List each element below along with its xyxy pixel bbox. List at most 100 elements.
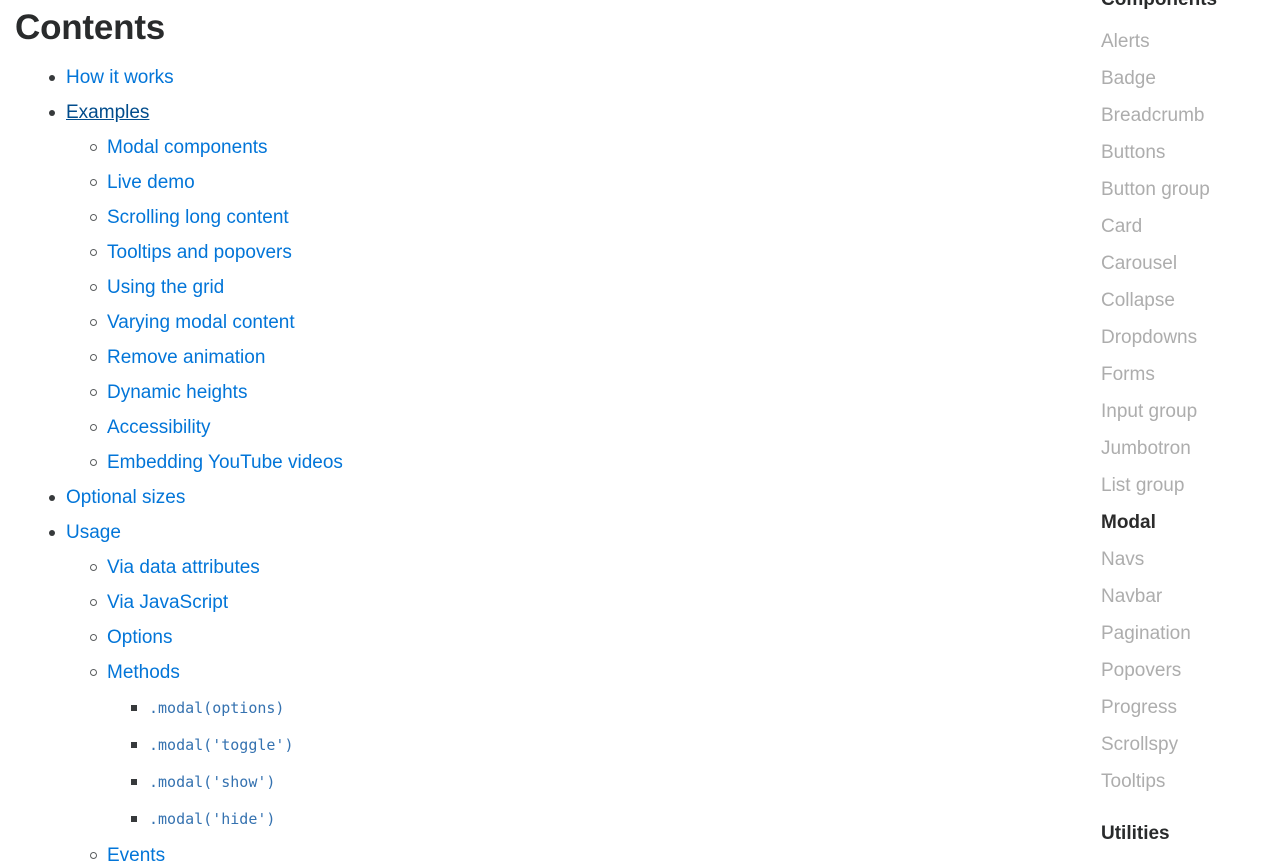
bullet-circle-icon bbox=[90, 375, 98, 410]
toc-link-dynamic-heights[interactable]: Dynamic heights bbox=[107, 382, 247, 403]
toc-link-modal-hide[interactable]: .modal('hide') bbox=[149, 808, 275, 829]
bullet-square-icon bbox=[131, 727, 139, 763]
sidebar-item-breadcrumb[interactable]: Breadcrumb bbox=[1101, 105, 1205, 126]
bullet-circle-icon bbox=[90, 340, 98, 375]
toc-item: Options bbox=[66, 620, 1040, 655]
sidebar-item-card[interactable]: Card bbox=[1101, 216, 1142, 237]
main-content: Contents How it works Examples Modal compo… bbox=[0, 0, 1060, 866]
components-sidebar: Components Alerts Badge Breadcrumb Buttons B… bbox=[1101, 0, 1261, 866]
sidebar-list-item: Forms bbox=[1101, 356, 1261, 393]
sidebar-list-item: Pagination bbox=[1101, 615, 1261, 652]
sidebar-item-tooltips[interactable]: Tooltips bbox=[1101, 771, 1165, 792]
toc-item: Accessibility bbox=[66, 410, 1040, 445]
toc-item: Events bbox=[66, 838, 1040, 866]
toc-link-modal-components[interactable]: Modal components bbox=[107, 137, 268, 158]
bullet-circle-icon bbox=[90, 585, 98, 620]
sidebar-list-item: Dropdowns bbox=[1101, 319, 1261, 356]
toc-link-via-data-attributes[interactable]: Via data attributes bbox=[107, 557, 260, 578]
sidebar-list-item: Input group bbox=[1101, 393, 1261, 430]
sidebar-list-item: Button group bbox=[1101, 171, 1261, 208]
sidebar-item-buttons[interactable]: Buttons bbox=[1101, 142, 1165, 163]
toc-link-methods[interactable]: Methods bbox=[107, 662, 180, 683]
toc-link-using-the-grid[interactable]: Using the grid bbox=[107, 277, 224, 298]
bullet-circle-icon bbox=[90, 270, 98, 305]
toc-link-remove-animation[interactable]: Remove animation bbox=[107, 347, 265, 368]
sidebar-item-button-group[interactable]: Button group bbox=[1101, 179, 1210, 200]
toc-item: Usage Via data attributes Via JavaScript Op… bbox=[0, 515, 1040, 866]
page-root: Contents How it works Examples Modal compo… bbox=[0, 0, 1261, 866]
sidebar-list-item: List group bbox=[1101, 467, 1261, 504]
toc-item: Methods .modal(options) .modal('toggle') .m… bbox=[66, 655, 1040, 838]
bullet-circle-icon bbox=[90, 305, 98, 340]
toc-code-label: .modal('hide') bbox=[149, 810, 276, 828]
sidebar-item-forms[interactable]: Forms bbox=[1101, 364, 1155, 385]
sidebar-item-collapse[interactable]: Collapse bbox=[1101, 290, 1175, 311]
toc-item: Optional sizes bbox=[0, 480, 1040, 515]
toc-link-examples[interactable]: Examples bbox=[66, 102, 149, 123]
toc-item: .modal('show') bbox=[107, 764, 1040, 801]
toc-link-events[interactable]: Events bbox=[107, 845, 165, 866]
sidebar-item-badge[interactable]: Badge bbox=[1101, 68, 1156, 89]
sidebar-item-navbar[interactable]: Navbar bbox=[1101, 586, 1162, 607]
toc-link-via-javascript[interactable]: Via JavaScript bbox=[107, 592, 228, 613]
toc-sublist: .modal(options) .modal('toggle') .modal('s… bbox=[107, 690, 1040, 838]
toc-link-scrolling-long-content[interactable]: Scrolling long content bbox=[107, 207, 289, 228]
sidebar-item-navs[interactable]: Navs bbox=[1101, 549, 1144, 570]
toc-link-modal-options[interactable]: .modal(options) bbox=[149, 697, 284, 718]
toc-item: Via JavaScript bbox=[66, 585, 1040, 620]
sidebar-item-jumbotron[interactable]: Jumbotron bbox=[1101, 438, 1191, 459]
sidebar-list-item: Collapse bbox=[1101, 282, 1261, 319]
sidebar-list-item: Tooltips bbox=[1101, 763, 1261, 800]
sidebar-heading-components: Components bbox=[1101, 0, 1217, 14]
toc-link-modal-toggle[interactable]: .modal('toggle') bbox=[149, 734, 294, 755]
toc-item: Using the grid bbox=[66, 270, 1040, 305]
sidebar-item-scrollspy[interactable]: Scrollspy bbox=[1101, 734, 1178, 755]
sidebar-list-item: Buttons bbox=[1101, 134, 1261, 171]
sidebar-item-popovers[interactable]: Popovers bbox=[1101, 660, 1181, 681]
sidebar-list-item: Alerts bbox=[1101, 23, 1261, 60]
bullet-circle-icon bbox=[90, 165, 98, 200]
toc-link-live-demo[interactable]: Live demo bbox=[107, 172, 195, 193]
bullet-circle-icon bbox=[90, 130, 98, 165]
toc-item: Examples Modal components Live demo Scrolli… bbox=[0, 95, 1040, 480]
toc-link-options[interactable]: Options bbox=[107, 627, 172, 648]
toc-item: Tooltips and popovers bbox=[66, 235, 1040, 270]
sidebar-item-carousel[interactable]: Carousel bbox=[1101, 253, 1177, 274]
sidebar-item-list-group[interactable]: List group bbox=[1101, 475, 1184, 496]
sidebar-list-item: Modal bbox=[1101, 504, 1261, 541]
sidebar-item-alerts[interactable]: Alerts bbox=[1101, 31, 1150, 52]
toc-link-usage[interactable]: Usage bbox=[66, 522, 121, 543]
toc-link-varying-modal-content[interactable]: Varying modal content bbox=[107, 312, 295, 333]
toc-item: Via data attributes bbox=[66, 550, 1040, 585]
bullet-circle-icon bbox=[90, 410, 98, 445]
bullet-circle-icon bbox=[90, 445, 98, 480]
bullet-circle-icon bbox=[90, 235, 98, 270]
sidebar-list-item: Breadcrumb bbox=[1101, 97, 1261, 134]
toc-item: How it works bbox=[0, 60, 1040, 95]
toc-item: Varying modal content bbox=[66, 305, 1040, 340]
toc-link-tooltips-and-popovers[interactable]: Tooltips and popovers bbox=[107, 242, 292, 263]
bullet-square-icon bbox=[131, 801, 139, 837]
bullet-circle-icon bbox=[90, 200, 98, 235]
sidebar-item-dropdowns[interactable]: Dropdowns bbox=[1101, 327, 1197, 348]
sidebar-list-item: Badge bbox=[1101, 60, 1261, 97]
toc-link-modal-show[interactable]: .modal('show') bbox=[149, 771, 275, 792]
sidebar-list-item: Popovers bbox=[1101, 652, 1261, 689]
toc-link-accessibility[interactable]: Accessibility bbox=[107, 417, 210, 438]
sidebar-item-input-group[interactable]: Input group bbox=[1101, 401, 1197, 422]
toc-code-label: .modal('toggle') bbox=[149, 736, 294, 754]
sidebar-list-item: Carousel bbox=[1101, 245, 1261, 282]
sidebar-item-progress[interactable]: Progress bbox=[1101, 697, 1177, 718]
bullet-circle-icon bbox=[90, 838, 98, 866]
toc-link-how-it-works[interactable]: How it works bbox=[66, 67, 174, 88]
toc-item: .modal('toggle') bbox=[107, 727, 1040, 764]
bullet-circle-icon bbox=[90, 620, 98, 655]
toc-code-label: .modal(options) bbox=[149, 699, 285, 717]
bullet-circle-icon bbox=[90, 550, 98, 585]
sidebar-item-pagination[interactable]: Pagination bbox=[1101, 623, 1191, 644]
toc-item: .modal('hide') bbox=[107, 801, 1040, 838]
toc-link-optional-sizes[interactable]: Optional sizes bbox=[66, 487, 185, 508]
toc-link-embedding-youtube-videos[interactable]: Embedding YouTube videos bbox=[107, 452, 343, 473]
sidebar-item-modal[interactable]: Modal bbox=[1101, 512, 1156, 533]
sidebar-list-item: Navbar bbox=[1101, 578, 1261, 615]
